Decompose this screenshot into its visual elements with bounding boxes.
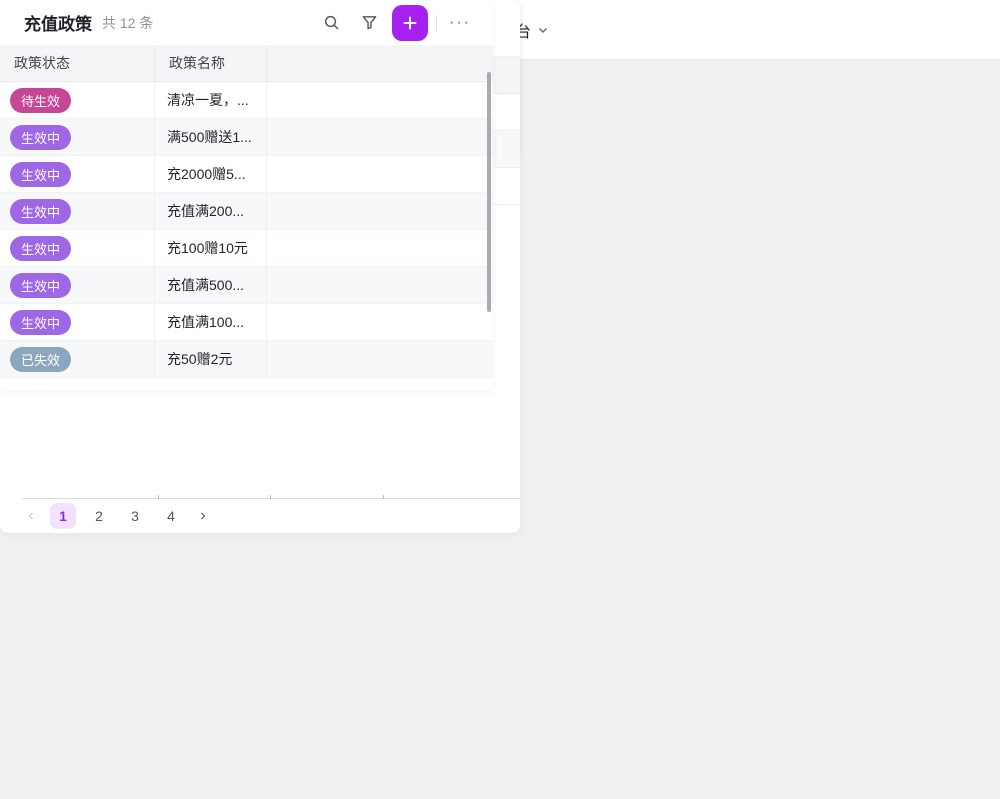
filter-icon[interactable] <box>354 8 384 38</box>
policy-name-cell: 充值满500... <box>155 267 267 303</box>
pagination-prev-icon[interactable]: ‹ <box>22 507 40 525</box>
policy-name-cell: 清凉一夏，... <box>155 82 267 118</box>
add-policy-button[interactable] <box>392 5 428 41</box>
recharge-policy-toolbar: ··· <box>316 5 475 41</box>
policy-row-2[interactable]: 生效中 满500赠送1... <box>0 119 493 156</box>
pagination-next-icon[interactable]: › <box>194 507 212 525</box>
policy-name-cell: 充50赠2元 <box>155 341 267 377</box>
policy-row-7[interactable]: 生效中 充值满100... <box>0 304 493 341</box>
recharge-policy-count: 共 12 条 <box>102 13 153 33</box>
policy-row-3[interactable]: 生效中 充2000赠5... <box>0 156 493 193</box>
policy-table-header: 政策状态 政策名称 <box>0 45 493 82</box>
policy-name-cell: 充2000赠5... <box>155 156 267 192</box>
policy-name-cell: 充100赠10元 <box>155 230 267 266</box>
pagination-page-1[interactable]: 1 <box>50 503 76 529</box>
search-icon[interactable] <box>316 8 346 38</box>
toolbar-divider <box>436 15 437 31</box>
status-badge: 生效中 <box>10 125 71 150</box>
status-badge: 已失效 <box>10 347 71 372</box>
recharge-policy-title: 充值政策 <box>24 10 92 35</box>
more-icon[interactable]: ··· <box>445 11 475 35</box>
pagination-page-4[interactable]: 4 <box>158 503 184 529</box>
status-badge: 生效中 <box>10 273 71 298</box>
recharge-policy-card: 充值政策 共 12 条 ··· 政策状态 政策名称 待生效 清 <box>0 0 493 391</box>
policy-name-cell: 充值满200... <box>155 193 267 229</box>
policy-row-6[interactable]: 生效中 充值满500... <box>0 267 493 304</box>
policy-row-8[interactable]: 已失效 充50赠2元 <box>0 341 493 378</box>
pagination: ‹ 1 2 3 4 › <box>0 499 520 533</box>
status-badge: 生效中 <box>10 310 71 335</box>
status-badge: 生效中 <box>10 236 71 261</box>
status-badge: 生效中 <box>10 162 71 187</box>
balance-hscrollbar[interactable] <box>22 498 520 499</box>
workbench-page: 客服工作台 快速添加 会员信息 充值记录 <box>0 0 1000 799</box>
column-policy-status[interactable]: 政策状态 <box>0 45 155 81</box>
policy-name-cell: 满500赠送1... <box>155 119 267 155</box>
policy-row-4[interactable]: 生效中 充值满200... <box>0 193 493 230</box>
status-badge: 生效中 <box>10 199 71 224</box>
policy-row-5[interactable]: 生效中 充100赠10元 <box>0 230 493 267</box>
recharge-policy-header: 充值政策 共 12 条 ··· <box>0 0 493 45</box>
pagination-page-2[interactable]: 2 <box>86 503 112 529</box>
policy-row-1[interactable]: 待生效 清凉一夏，... <box>0 82 493 119</box>
pagination-page-3[interactable]: 3 <box>122 503 148 529</box>
column-policy-name[interactable]: 政策名称 <box>155 45 267 81</box>
status-badge: 待生效 <box>10 88 71 113</box>
policy-vscrollbar[interactable] <box>487 72 491 312</box>
chevron-down-icon[interactable] <box>537 24 549 36</box>
policy-name-cell: 充值满100... <box>155 304 267 340</box>
